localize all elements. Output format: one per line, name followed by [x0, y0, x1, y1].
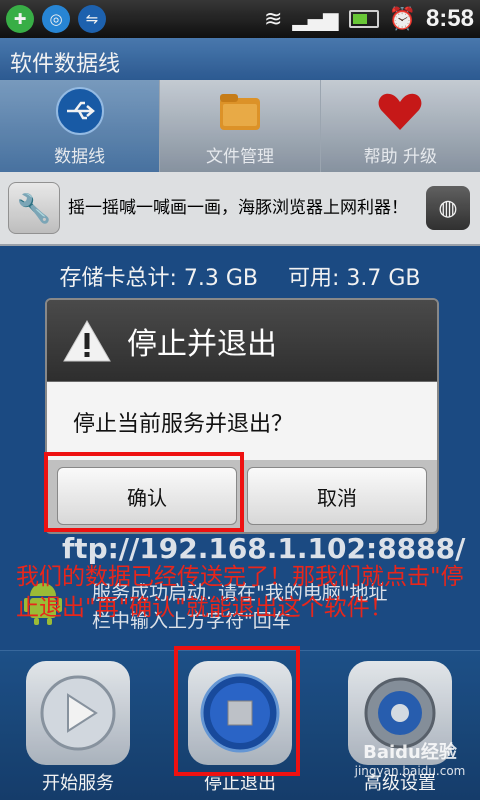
watermark-url: jingyan.baidu.com — [354, 764, 466, 778]
dialog-message: 停止当前服务并退出？ — [47, 382, 437, 460]
annotation-text: 我们的数据已经传送完了！那我们就点击"停止退出"再"确认"就能退出这个软件！ — [16, 564, 464, 621]
dialog-header: 停止并退出 — [47, 300, 437, 382]
cancel-button[interactable]: 取消 — [247, 467, 427, 525]
highlight-stop-exit — [174, 646, 300, 776]
warning-icon — [63, 319, 111, 361]
highlight-confirm — [44, 452, 244, 532]
baidu-watermark: Baidu经验 jingyan.baidu.com — [340, 738, 480, 778]
watermark-brand: Baidu经验 — [363, 742, 457, 763]
dialog-title: 停止并退出 — [127, 326, 277, 362]
